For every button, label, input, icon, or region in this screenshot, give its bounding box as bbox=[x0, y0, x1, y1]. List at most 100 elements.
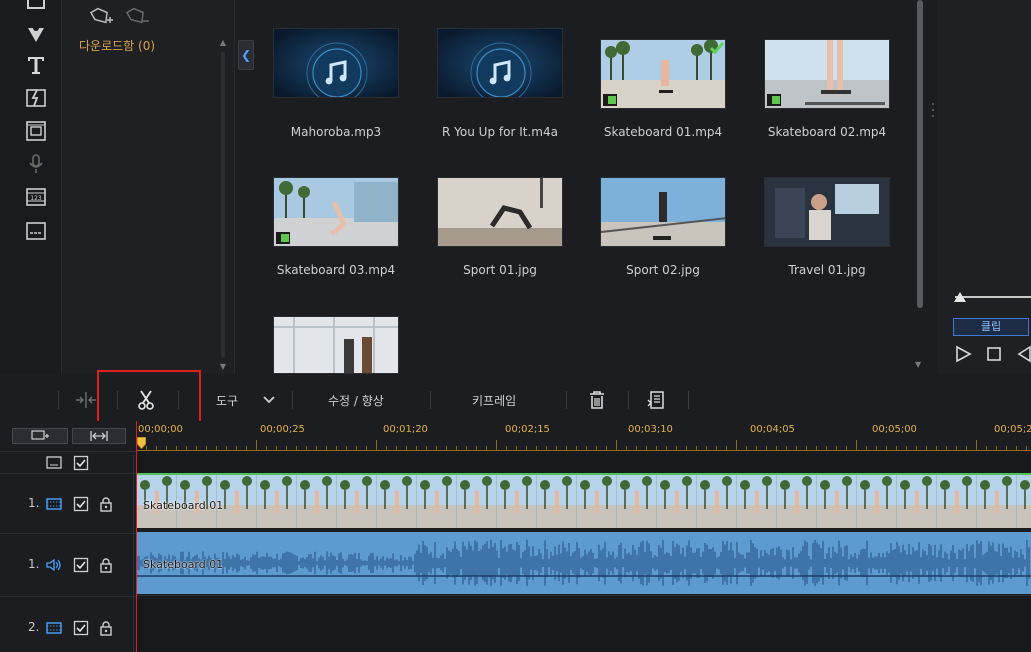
ruler-tick bbox=[616, 440, 617, 450]
filmstrip-frame bbox=[417, 475, 458, 528]
delete-tag-icon[interactable] bbox=[125, 4, 151, 31]
ruler-tick bbox=[476, 446, 477, 450]
tools-menu[interactable]: 도구 bbox=[216, 381, 238, 419]
pip-room-icon[interactable] bbox=[24, 120, 48, 142]
ruler-tick bbox=[816, 446, 817, 450]
ruler-tick bbox=[916, 446, 917, 450]
downloads-folder[interactable]: 다운로드함 (0) bbox=[79, 37, 155, 54]
ruler-tick bbox=[766, 446, 767, 450]
collapse-panel-button[interactable]: ❮ bbox=[238, 40, 254, 70]
cut-scissors-icon[interactable] bbox=[135, 381, 157, 419]
panel-splitter[interactable] bbox=[931, 100, 935, 120]
ruler-tick bbox=[466, 446, 467, 450]
voice-over-icon[interactable] bbox=[24, 153, 48, 175]
preview-seek-track[interactable] bbox=[955, 296, 1031, 298]
track-manager-icon[interactable] bbox=[12, 428, 68, 444]
lock-icon[interactable] bbox=[98, 496, 114, 512]
ruler-tick bbox=[586, 446, 587, 450]
track-enable-checkbox[interactable] bbox=[73, 496, 89, 512]
keyframe-button[interactable]: 키프레임 bbox=[472, 381, 516, 419]
media-caption: Sport 01.jpg bbox=[463, 263, 537, 277]
tree-scrollbar[interactable]: ▲ ▼ bbox=[218, 38, 228, 374]
track-enable-checkbox[interactable] bbox=[73, 620, 89, 636]
scroll-down-icon[interactable]: ▼ bbox=[915, 360, 921, 369]
ruler-tick bbox=[216, 446, 217, 450]
ruler-tick bbox=[516, 446, 517, 450]
svg-text:123: 123 bbox=[30, 195, 42, 202]
ruler-tick bbox=[656, 446, 657, 450]
media-caption: Travel 01.jpg bbox=[788, 263, 866, 277]
filmstrip-frame bbox=[577, 475, 618, 528]
filmstrip-frame bbox=[857, 475, 898, 528]
ruler-tick bbox=[866, 446, 867, 450]
play-icon[interactable] bbox=[953, 344, 973, 364]
image-thumbnail bbox=[764, 177, 890, 247]
track-enable-checkbox[interactable] bbox=[73, 557, 89, 573]
ruler-tick bbox=[956, 446, 957, 450]
ruler-tick bbox=[606, 446, 607, 450]
filmstrip-frame bbox=[257, 475, 298, 528]
ruler-tick bbox=[636, 446, 637, 450]
media-caption: Skateboard 01.mp4 bbox=[603, 125, 723, 139]
ruler-tick bbox=[286, 446, 287, 450]
speaker-icon bbox=[46, 557, 62, 573]
preview-panel: 클립 bbox=[937, 0, 1031, 374]
all-tracks-checkbox-icon[interactable] bbox=[73, 455, 89, 471]
timeline-lane[interactable] bbox=[137, 451, 1031, 473]
ruler-tick bbox=[686, 446, 687, 450]
title-room-icon[interactable] bbox=[24, 54, 48, 76]
audio-clip[interactable]: Skateboard 01 bbox=[137, 532, 1031, 594]
fit-timeline-icon[interactable] bbox=[72, 428, 126, 444]
ruler-tick bbox=[416, 446, 417, 450]
filmstrip-frame bbox=[457, 475, 498, 528]
transition-room-icon[interactable] bbox=[24, 87, 48, 109]
film-badge-icon bbox=[276, 232, 290, 244]
split-clip-icon[interactable] bbox=[74, 381, 98, 419]
playhead-marker-icon[interactable] bbox=[136, 436, 147, 450]
filmstrip-frame bbox=[977, 475, 1018, 528]
fix-enhance-button[interactable]: 수정 / 향상 bbox=[328, 381, 384, 419]
filmstrip-frame bbox=[897, 475, 938, 528]
subtitle-room-icon[interactable] bbox=[24, 220, 48, 242]
chevron-down-icon[interactable] bbox=[262, 381, 276, 419]
edit-toolbar: 도구 수정 / 향상 키프레임 bbox=[0, 381, 1031, 419]
ruler-tick bbox=[246, 446, 247, 450]
lock-icon[interactable] bbox=[98, 557, 114, 573]
scroll-down-icon[interactable]: ▼ bbox=[218, 362, 228, 372]
more-features-icon[interactable] bbox=[646, 381, 666, 419]
media-library: ❮ Mahoroba.mp3 R You Up for It.m4a Skate… bbox=[236, 0, 930, 374]
chapter-room-icon[interactable]: 123 bbox=[24, 186, 48, 208]
seek-knob-icon[interactable] bbox=[954, 291, 966, 302]
trash-icon[interactable] bbox=[588, 381, 606, 419]
add-tag-icon[interactable] bbox=[89, 4, 115, 31]
video-clip[interactable]: Skateboard 01 bbox=[137, 473, 1031, 528]
track-number: 1. bbox=[28, 496, 40, 510]
ruler-tick bbox=[926, 446, 927, 450]
media-scrollbar[interactable]: ▼ bbox=[914, 0, 926, 374]
ruler-tick bbox=[436, 446, 437, 450]
ruler-tick bbox=[266, 446, 267, 450]
playhead[interactable] bbox=[136, 421, 137, 652]
ruler-label: 00;02;15 bbox=[505, 424, 550, 435]
audio-thumbnail bbox=[273, 28, 399, 98]
filmstrip-frame bbox=[537, 475, 578, 528]
particle-room-icon[interactable] bbox=[24, 22, 48, 44]
keyframe-label: 키프레임 bbox=[472, 393, 517, 408]
ruler-label: 00;05;00 bbox=[872, 424, 917, 435]
track-number: 2. bbox=[28, 620, 40, 634]
scroll-up-icon[interactable]: ▲ bbox=[218, 38, 228, 48]
lock-icon[interactable] bbox=[98, 620, 114, 636]
ruler-tick bbox=[426, 446, 427, 450]
ruler-label: 00;05;2 bbox=[994, 424, 1031, 435]
clip-mode-button[interactable]: 클립 bbox=[953, 318, 1029, 336]
media-room-icon[interactable] bbox=[24, 0, 48, 16]
video-track-2-lane[interactable] bbox=[137, 596, 1031, 652]
media-caption: Mahoroba.mp3 bbox=[290, 125, 382, 139]
filmstrip-frame bbox=[657, 475, 698, 528]
ruler-tick bbox=[346, 446, 347, 450]
stop-icon[interactable] bbox=[984, 344, 1004, 364]
previous-frame-icon[interactable] bbox=[1015, 344, 1031, 364]
timeline-ruler[interactable]: 00;00;00 00;00;25 00;01;20 00;02;15 00;0… bbox=[136, 421, 1031, 451]
all-tracks-monitor-icon[interactable] bbox=[46, 455, 62, 471]
scroll-thumb[interactable] bbox=[917, 0, 923, 308]
